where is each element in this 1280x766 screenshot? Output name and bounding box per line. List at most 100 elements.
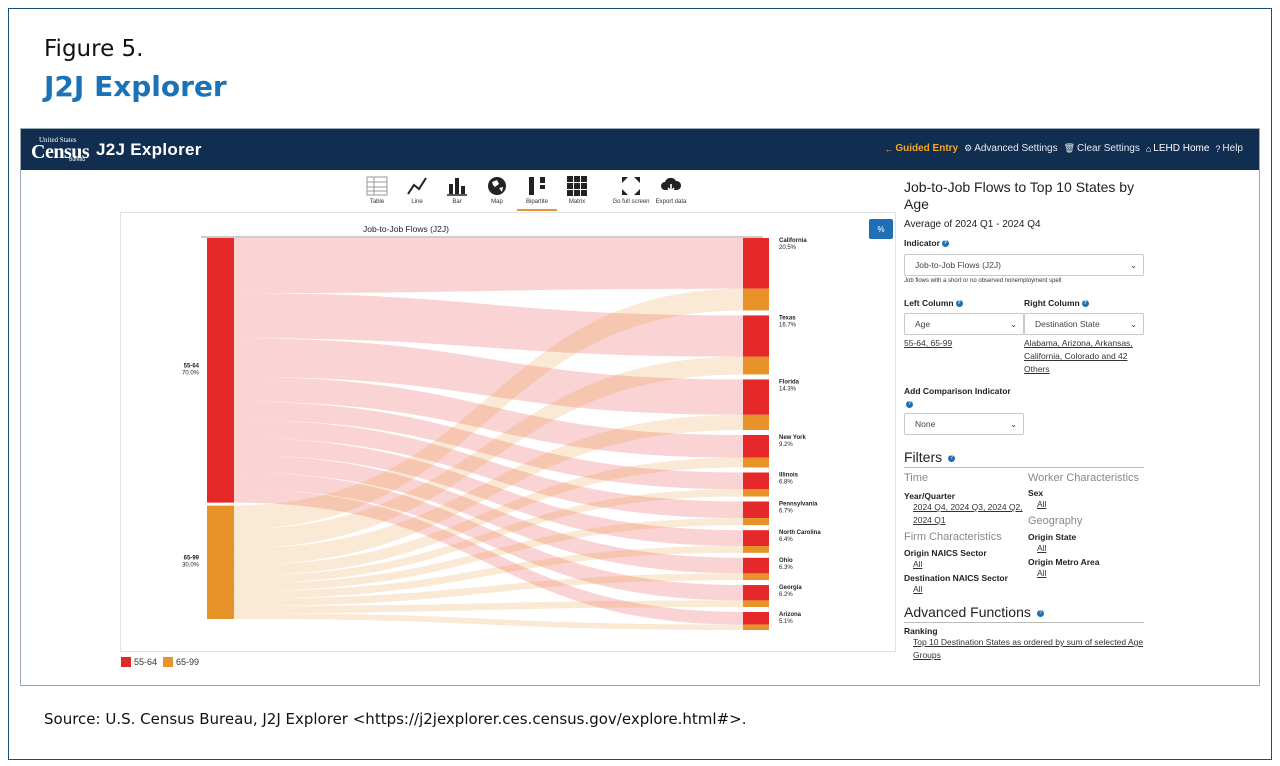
right-node-bar-65-99 bbox=[743, 573, 769, 581]
trash-icon: 🗑 bbox=[1063, 143, 1076, 153]
info-icon[interactable]: ? bbox=[941, 240, 949, 248]
right-node-label: Illinois bbox=[779, 472, 799, 478]
right-node-bar-55-64 bbox=[743, 238, 769, 289]
legend-item-65-99[interactable]: 65-99 bbox=[163, 657, 199, 667]
right-node-share: 6.8% bbox=[779, 479, 793, 485]
chevron-down-icon: ⌄ bbox=[1130, 319, 1137, 329]
right-node-bar-55-64 bbox=[743, 472, 769, 490]
table-icon bbox=[366, 176, 388, 196]
left-node-share: 70.0% bbox=[182, 370, 200, 376]
fullscreen-button[interactable]: Go full screen bbox=[611, 175, 651, 211]
sex-label: Sex bbox=[1028, 488, 1044, 498]
table-view-label: Table bbox=[369, 199, 385, 205]
right-node-share: 6.2% bbox=[779, 592, 793, 598]
line-view-button[interactable]: Line bbox=[397, 175, 437, 211]
figure-title: J2J Explorer bbox=[44, 70, 227, 103]
screenshot: United States Census Bureau J2J Explorer… bbox=[20, 128, 1260, 686]
right-node-label: Arizona bbox=[779, 612, 802, 618]
export-data-label: Export data bbox=[655, 199, 687, 205]
matrix-view-button[interactable]: Matrix bbox=[557, 175, 597, 211]
clear-settings-label: Clear Settings bbox=[1077, 143, 1140, 154]
figure-source: Source: U.S. Census Bureau, J2J Explorer… bbox=[44, 710, 747, 728]
bar-chart-icon bbox=[447, 178, 467, 196]
map-view-label: Map bbox=[491, 199, 503, 205]
legend-swatch bbox=[163, 657, 174, 667]
advanced-settings-link[interactable]: ⚙ Advanced Settings bbox=[964, 143, 1057, 154]
dest-naics-label: Destination NAICS Sector bbox=[904, 573, 1008, 583]
bar-view-button[interactable]: Bar bbox=[437, 175, 477, 211]
help-label: Help bbox=[1222, 143, 1243, 154]
right-node-bar-65-99 bbox=[743, 518, 769, 526]
right-column-heading: Right Column? bbox=[1024, 298, 1144, 308]
expand-icon bbox=[622, 177, 640, 195]
figure-label: Figure 5. bbox=[44, 36, 144, 62]
left-column-link[interactable]: 55-64, 65-99 bbox=[904, 337, 1024, 350]
dest-naics-link[interactable]: All bbox=[904, 583, 1028, 596]
year-quarter-link[interactable]: 2024 Q4, 2024 Q3, 2024 Q2, 2024 Q1 bbox=[904, 501, 1024, 527]
comparison-select[interactable]: None ⌄ bbox=[904, 413, 1024, 435]
left-column-value: Age bbox=[915, 319, 931, 329]
ranking-link[interactable]: Top 10 Destination States as ordered by … bbox=[904, 636, 1144, 662]
census-logo[interactable]: United States Census Bureau bbox=[31, 136, 91, 163]
table-view-button[interactable]: Table bbox=[357, 175, 397, 211]
origin-state-link[interactable]: All bbox=[1028, 542, 1144, 555]
left-node-bar bbox=[207, 238, 234, 503]
info-icon[interactable]: ? bbox=[906, 401, 913, 409]
filters-left-col: Time Year/Quarter 2024 Q4, 2024 Q3, 2024… bbox=[904, 472, 1028, 596]
clear-settings-link[interactable]: 🗑 Clear Settings bbox=[1064, 143, 1140, 154]
left-column-select[interactable]: Age ⌄ bbox=[904, 313, 1024, 335]
help-link[interactable]: ? Help bbox=[1215, 143, 1243, 154]
map-view-button[interactable]: Map bbox=[477, 175, 517, 211]
left-column-heading: Left Column? bbox=[904, 298, 1024, 308]
chart-legend: 55-64 65-99 bbox=[121, 657, 199, 667]
origin-metro-label: Origin Metro Area bbox=[1028, 557, 1100, 567]
chevron-down-icon: ⌄ bbox=[1010, 419, 1017, 429]
indicator-label: Indicator bbox=[904, 238, 940, 248]
chevron-down-icon: ⌄ bbox=[1010, 319, 1017, 329]
left-node-label: 65-99 bbox=[184, 555, 200, 561]
right-node-label: Ohio bbox=[779, 558, 793, 564]
sidebar-title: Job-to-Job Flows to Top 10 States by Age bbox=[904, 179, 1135, 212]
right-node-share: 6.3% bbox=[779, 565, 793, 571]
sex-link[interactable]: All bbox=[1028, 498, 1144, 511]
right-column-label: Right Column bbox=[1024, 298, 1080, 308]
info-icon[interactable]: ? bbox=[955, 300, 963, 308]
legend-label: 65-99 bbox=[176, 657, 200, 667]
bipartite-icon bbox=[529, 177, 545, 195]
bipartite-view-button[interactable]: Bipartite bbox=[517, 175, 557, 211]
right-column-select[interactable]: Destination State ⌄ bbox=[1024, 313, 1144, 335]
origin-naics-link[interactable]: All bbox=[904, 558, 1028, 571]
left-column-group: Left Column? Age ⌄ 55-64, 65-99 bbox=[904, 298, 1024, 376]
filters-heading: Filters ? bbox=[904, 449, 1144, 468]
right-node-label: New York bbox=[779, 435, 806, 441]
lehd-home-link[interactable]: ⌂ LEHD Home bbox=[1146, 143, 1210, 154]
left-column-label: Left Column bbox=[904, 298, 954, 308]
right-column-link[interactable]: Alabama, Arizona, Arkansas, California, … bbox=[1024, 337, 1142, 376]
info-icon[interactable]: ? bbox=[1081, 300, 1089, 308]
right-node-bar-55-64 bbox=[743, 315, 769, 357]
right-node-label: Florida bbox=[779, 379, 800, 385]
filters-right-col: Worker Characteristics Sex All Geography… bbox=[1028, 472, 1144, 596]
fullscreen-label: Go full screen bbox=[612, 199, 650, 205]
right-node-bar-55-64 bbox=[743, 379, 769, 415]
right-node-label: Texas bbox=[779, 315, 796, 321]
legend-swatch bbox=[121, 657, 131, 667]
origin-naics-label: Origin NAICS Sector bbox=[904, 548, 987, 558]
guided-entry-link[interactable]: ← Guided Entry bbox=[884, 143, 958, 154]
advanced-functions-heading: Advanced Functions ? bbox=[904, 604, 1144, 623]
origin-metro-link[interactable]: All bbox=[1028, 567, 1144, 580]
right-node-bar-65-99 bbox=[743, 356, 769, 375]
right-column-value: Destination State bbox=[1035, 319, 1100, 329]
export-data-button[interactable]: Export data bbox=[651, 175, 691, 211]
advanced-functions-label: Advanced Functions bbox=[904, 604, 1031, 620]
legend-item-55-64[interactable]: 55-64 bbox=[121, 657, 157, 667]
right-node-share: 9.2% bbox=[779, 442, 793, 448]
lehd-home-label: LEHD Home bbox=[1153, 143, 1210, 154]
right-node-bar-65-99 bbox=[743, 600, 769, 607]
right-node-bar-65-99 bbox=[743, 457, 769, 468]
info-icon[interactable]: ? bbox=[948, 454, 956, 462]
right-node-bar-55-64 bbox=[743, 585, 769, 601]
indicator-select[interactable]: Job-to-Job Flows (J2J) ⌄ bbox=[904, 254, 1144, 276]
info-icon[interactable]: ? bbox=[1036, 609, 1044, 617]
